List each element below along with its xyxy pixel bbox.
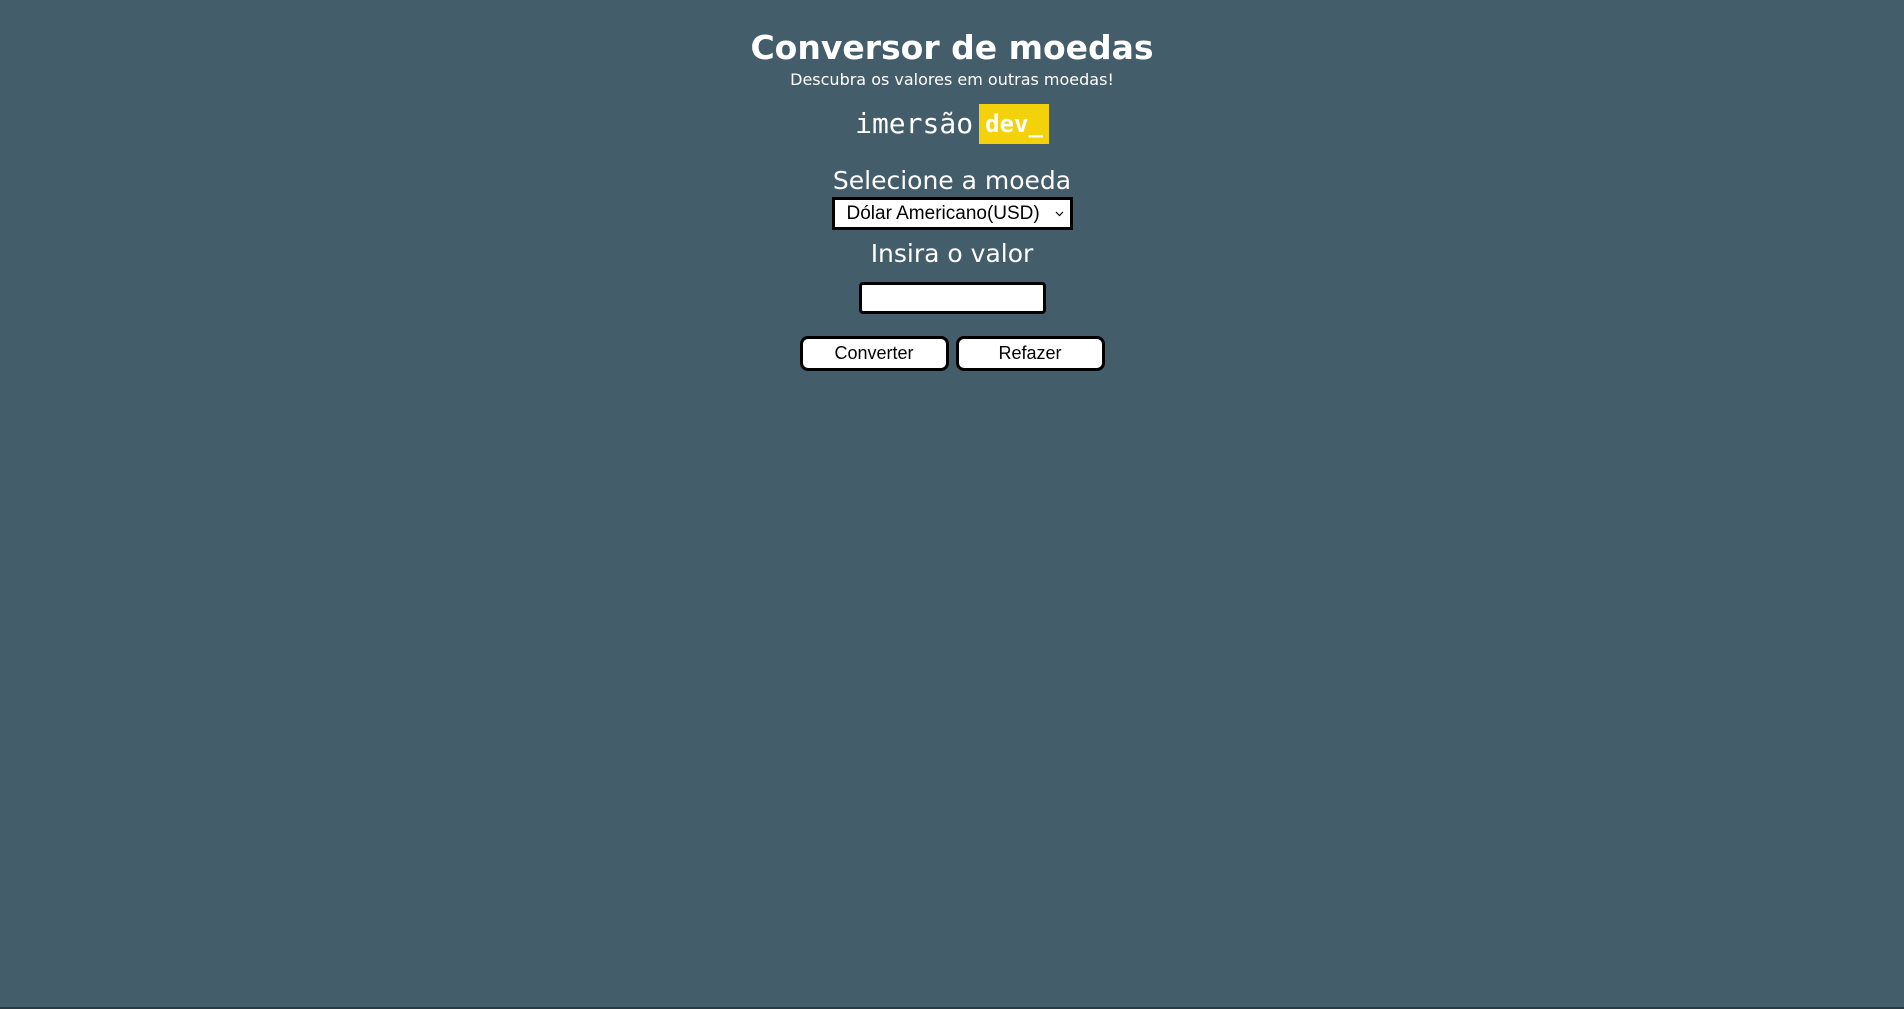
page-subtitle: Descubra os valores em outras moedas! (790, 70, 1114, 89)
action-buttons: Converter Refazer (0, 336, 1904, 371)
imersao-dev-logo: imersão dev_ (855, 104, 1049, 144)
convert-button[interactable]: Converter (799, 336, 949, 371)
currency-selected-value: Dólar Americano(USD) (846, 202, 1040, 224)
currency-select-label: Selecione a moeda (832, 166, 1072, 195)
value-input-label: Insira o valor (870, 239, 1034, 268)
value-input[interactable] (858, 282, 1046, 314)
logo-badge: dev_ (979, 104, 1049, 144)
converter-app: Conversor de moedas Descubra os valores … (0, 0, 1904, 371)
chevron-down-icon (1055, 208, 1066, 220)
reset-button[interactable]: Refazer (955, 336, 1105, 371)
page-title: Conversor de moedas (750, 28, 1154, 67)
currency-select[interactable]: Dólar Americano(USD) (831, 197, 1073, 230)
currency-select-wrapper: Dólar Americano(USD) (0, 197, 1904, 230)
logo-text: imersão (855, 107, 974, 140)
